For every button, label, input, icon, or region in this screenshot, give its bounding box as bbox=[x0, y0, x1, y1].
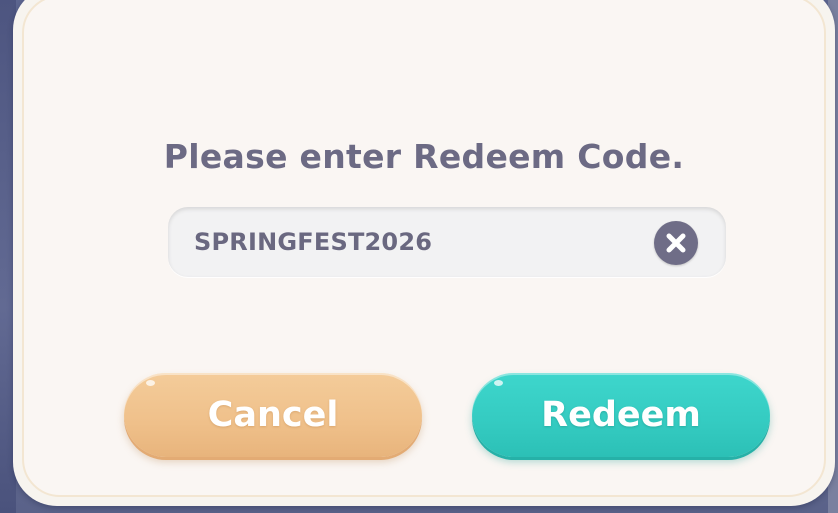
dialog-prompt: Please enter Redeem Code. bbox=[163, 137, 685, 176]
redeem-button[interactable]: Redeem bbox=[472, 373, 770, 457]
clear-input-button[interactable] bbox=[654, 221, 698, 265]
button-highlight bbox=[146, 380, 155, 386]
redeem-code-field[interactable] bbox=[168, 207, 726, 277]
redeem-button-label: Redeem bbox=[541, 395, 701, 435]
close-circle-icon bbox=[666, 233, 686, 253]
dialog-panel: Please enter Redeem Code. Cancel Redeem bbox=[22, 0, 826, 497]
button-highlight bbox=[494, 380, 503, 386]
redeem-code-input[interactable] bbox=[194, 207, 634, 277]
cancel-button-label: Cancel bbox=[207, 395, 339, 435]
cancel-button[interactable]: Cancel bbox=[124, 373, 422, 457]
redeem-code-dialog: Please enter Redeem Code. Cancel Redeem bbox=[13, 0, 835, 506]
